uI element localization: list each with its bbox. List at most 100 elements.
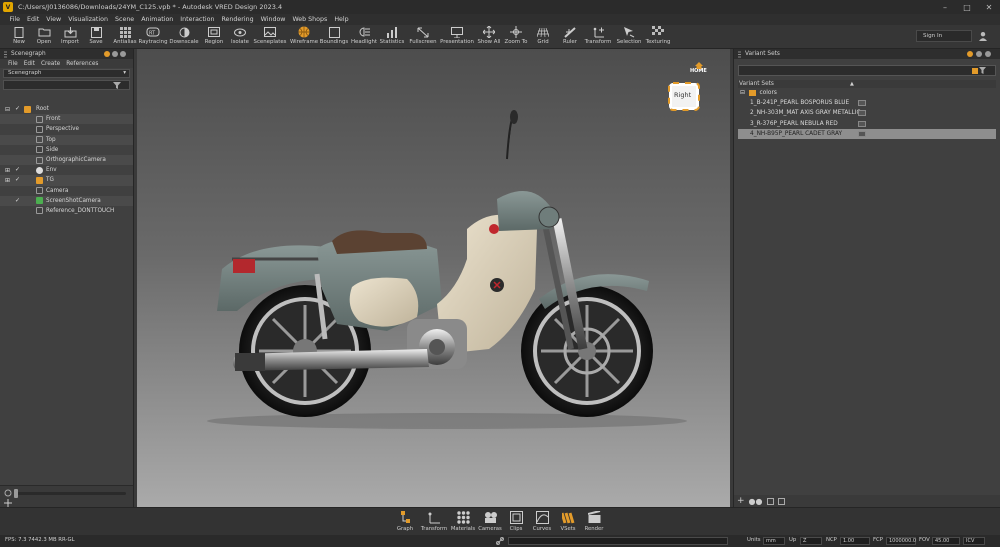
scenegraph-view-dropdown[interactable]: Scenegraph ▾ [3, 69, 130, 78]
variant-set-item-selected[interactable]: 4_NH-B95P_PEARL CADET GRAY [738, 128, 996, 139]
delete-icon[interactable] [766, 497, 774, 505]
scenegraph-menu-edit[interactable]: Edit [21, 61, 38, 67]
grid-button[interactable]: Grid [533, 25, 553, 49]
fcp-input[interactable]: 1000000.0 [886, 537, 916, 545]
up-axis-dropdown[interactable]: Z [800, 537, 822, 545]
menu-animation[interactable]: Animation [138, 16, 177, 23]
link-icon[interactable] [496, 537, 504, 545]
settings-icon[interactable] [4, 489, 12, 497]
scenegraph-zoom-slider[interactable] [14, 492, 126, 495]
add-variant-icon[interactable]: + [737, 496, 745, 506]
menu-web-shops[interactable]: Web Shops [289, 16, 331, 23]
tree-row-tg[interactable]: ⊞ ✓ TG [0, 175, 133, 186]
tree-row-camera[interactable]: Camera [0, 186, 133, 196]
zoom-to-button[interactable]: Zoom To [503, 25, 529, 49]
icv-dropdown[interactable]: ICV [963, 537, 985, 545]
tree-row-front[interactable]: Front [0, 114, 133, 125]
maximize-icon[interactable]: □ [956, 0, 978, 14]
boundings-button[interactable]: Boundings [320, 25, 348, 49]
tree-row-env[interactable]: ⊞ ✓ Env [0, 165, 133, 175]
add-group-icon[interactable]: ●● [749, 497, 763, 506]
help-icon[interactable] [104, 51, 110, 57]
module-cameras[interactable]: Cameras [476, 510, 504, 535]
transform-button[interactable]: Transform [584, 25, 612, 49]
open-button[interactable]: Open [33, 25, 55, 49]
home-icon[interactable] [695, 62, 703, 69]
raytracing-button[interactable]: RT Raytracing [138, 25, 168, 49]
close-icon[interactable]: ✕ [978, 0, 1000, 14]
collapse-icon[interactable]: ⊟ [5, 106, 10, 113]
antialias-button[interactable]: Antialias [112, 25, 138, 49]
sceneplates-button[interactable]: Sceneplates [254, 25, 286, 49]
module-graph[interactable]: Graph [391, 510, 419, 535]
close-panel-icon[interactable] [985, 51, 991, 57]
minimize-icon[interactable]: – [934, 0, 956, 14]
menu-window[interactable]: Window [257, 16, 289, 23]
tree-row-side[interactable]: Side [0, 145, 133, 155]
command-line-input[interactable] [508, 537, 728, 545]
texturing-button[interactable]: Texturing [644, 25, 672, 49]
headlight-button[interactable]: Headlight [351, 25, 377, 49]
panel-grip-icon[interactable] [3, 51, 8, 58]
add-node-icon[interactable] [4, 499, 12, 507]
tree-row-top[interactable]: Top [0, 134, 133, 145]
menu-scene[interactable]: Scene [111, 16, 137, 23]
module-clips[interactable]: Clips [502, 510, 530, 535]
menu-view[interactable]: View [43, 16, 65, 23]
wireframe-button[interactable]: Wireframe [290, 25, 318, 49]
scenegraph-menu-file[interactable]: File [5, 61, 21, 67]
menu-file[interactable]: File [6, 16, 24, 23]
panel-grip-icon[interactable] [737, 51, 742, 58]
statistics-button[interactable]: Statistics [379, 25, 405, 49]
ruler-button[interactable]: Ruler [559, 25, 581, 49]
copy-icon[interactable] [777, 497, 785, 505]
visibility-checkbox[interactable]: ✓ [15, 106, 21, 112]
menu-rendering[interactable]: Rendering [218, 16, 257, 23]
scenegraph-menu-create[interactable]: Create [38, 61, 63, 67]
module-curves[interactable]: Curves [528, 510, 556, 535]
float-panel-icon[interactable] [976, 51, 982, 57]
close-panel-icon[interactable] [120, 51, 126, 57]
user-account-icon[interactable] [978, 31, 988, 41]
sort-icon[interactable] [972, 68, 978, 74]
sign-in-button[interactable]: Sign In [916, 30, 972, 42]
filter-icon[interactable] [113, 82, 121, 89]
menu-visualization[interactable]: Visualization [65, 16, 112, 23]
isolate-button[interactable]: Isolate [228, 25, 252, 49]
region-button[interactable]: Region [202, 25, 226, 49]
variant-group-colors[interactable]: ⊟ colors [738, 88, 996, 98]
variant-set-item[interactable]: 1_B-241P_PEARL BOSPORUS BLUE [738, 98, 996, 108]
slider-handle[interactable] [14, 489, 18, 498]
variant-set-item[interactable]: 2_NH-303M_MAT AXIS GRAY METALLIC [738, 108, 996, 118]
fullscreen-button[interactable]: Fullscreen [409, 25, 437, 49]
tree-row-screenshot-camera[interactable]: ✓ ScreenShotCamera [0, 195, 133, 206]
fov-input[interactable]: 45.00 [932, 537, 960, 545]
visibility-checkbox[interactable]: ✓ [15, 177, 21, 183]
import-button[interactable]: Import [58, 25, 82, 49]
tree-row-perspective[interactable]: Perspective [0, 124, 133, 134]
expand-icon[interactable]: ⊞ [5, 177, 10, 184]
show-all-button[interactable]: Show All [476, 25, 502, 49]
presentation-button[interactable]: Presentation [440, 25, 474, 49]
save-button[interactable]: Save [85, 25, 107, 49]
menu-interaction[interactable]: Interaction [177, 16, 218, 23]
scenegraph-search-input[interactable] [3, 80, 130, 90]
expand-icon[interactable]: ⊞ [5, 167, 10, 174]
module-render[interactable]: Render [580, 510, 608, 535]
menu-edit[interactable]: Edit [24, 16, 43, 23]
module-vsets[interactable]: VSets [554, 510, 582, 535]
module-materials[interactable]: Materials [449, 510, 477, 535]
collapse-icon[interactable]: ⊟ [740, 90, 745, 96]
selection-button[interactable]: Selection [615, 25, 643, 49]
scenegraph-menu-references[interactable]: References [63, 61, 101, 67]
variant-sets-column-header[interactable]: Variant Sets ▲ [738, 80, 996, 88]
view-cube[interactable]: Right HOME [668, 62, 707, 111]
tree-row-reference[interactable]: Reference_DONTTOUCH [0, 206, 133, 216]
menu-help[interactable]: Help [331, 16, 352, 23]
new-button[interactable]: New [8, 25, 30, 49]
visibility-checkbox[interactable]: ✓ [15, 197, 21, 204]
variant-sets-search-input[interactable] [738, 65, 996, 76]
ncp-input[interactable]: 1.00 [840, 537, 870, 545]
render-viewport[interactable]: Right HOME [137, 49, 730, 507]
units-dropdown[interactable]: mm [763, 537, 785, 545]
